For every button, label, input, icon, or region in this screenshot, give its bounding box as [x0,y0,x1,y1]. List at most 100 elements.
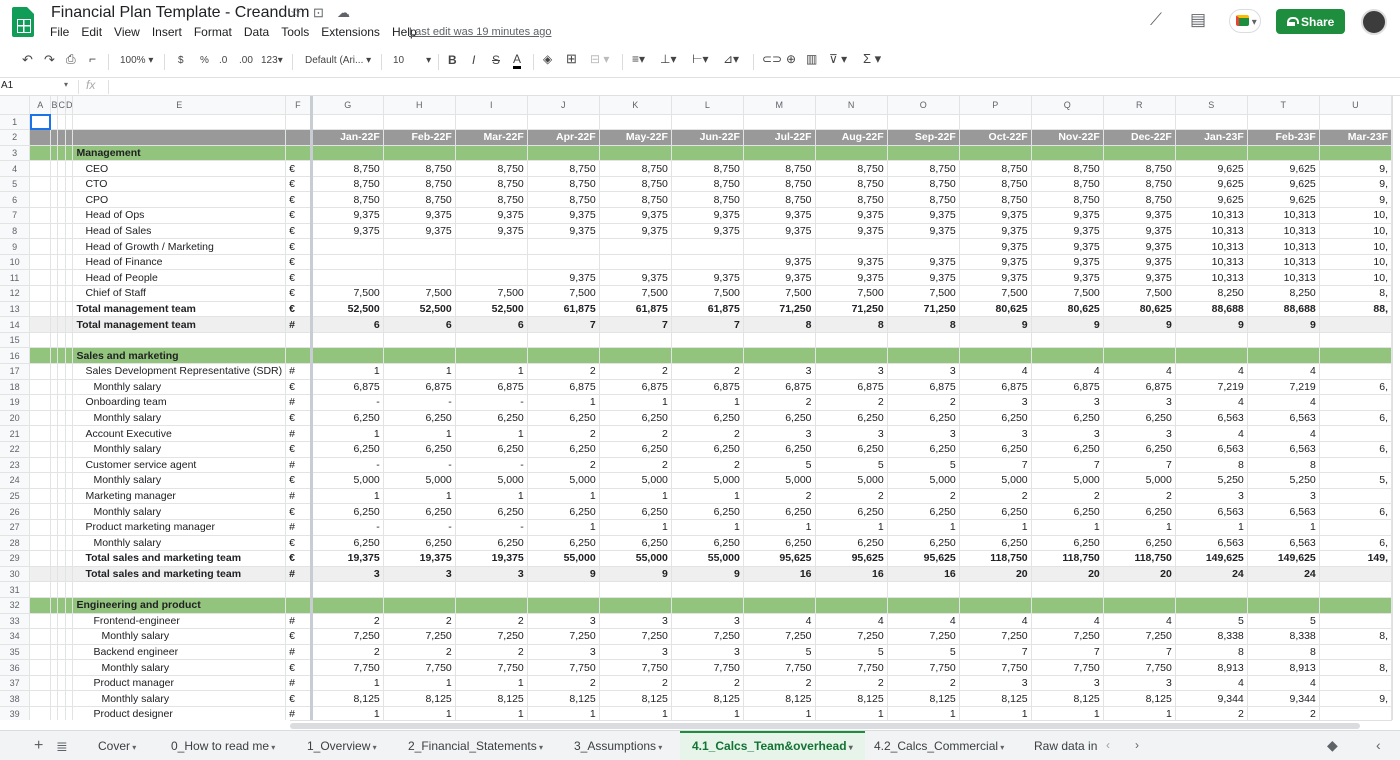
value-cell[interactable]: 9,375 [383,223,456,240]
value-cell[interactable]: 9,375 [383,207,456,224]
row-header[interactable]: 10 [0,254,31,271]
value-cell[interactable]: 8,750 [743,191,816,209]
value-cell[interactable]: 8,750 [743,160,816,177]
cell[interactable] [57,457,66,474]
value-cell[interactable] [1247,332,1320,349]
value-cell[interactable]: 2 [527,675,600,692]
value-cell[interactable]: 9,375 [815,269,888,287]
value-cell[interactable]: 7,219 [1247,379,1320,396]
value-cell[interactable]: 8,750 [959,160,1032,177]
cell[interactable] [50,254,59,271]
value-cell[interactable]: 8,750 [671,191,744,209]
row-label[interactable]: Marketing manager [72,488,287,505]
value-cell[interactable]: 3 [527,613,600,630]
cloud-status-icon[interactable]: ☁ [337,5,350,21]
value-cell[interactable]: 9,375 [887,254,960,271]
value-cell[interactable] [887,597,960,614]
menu-data[interactable]: Data [244,25,269,41]
cell[interactable] [50,129,59,146]
value-cell[interactable]: 4 [743,613,816,630]
value-cell[interactable]: 8,338 [1247,628,1320,645]
value-cell[interactable] [887,347,960,364]
value-cell[interactable]: 8,750 [887,160,960,177]
value-cell[interactable]: 4 [1103,363,1176,380]
unit-cell[interactable]: # [285,488,313,505]
value-cell[interactable]: 7,750 [815,659,888,676]
value-cell[interactable]: 95,625 [743,550,816,567]
value-cell[interactable] [527,597,600,614]
row-label[interactable]: Head of Finance [72,254,287,271]
row-header[interactable]: 39 [0,706,31,720]
value-cell[interactable]: 8,125 [599,690,672,708]
value-cell[interactable]: 8,750 [815,160,888,177]
value-cell[interactable]: 5,000 [815,472,888,489]
italic-icon[interactable]: I [472,53,475,67]
value-cell[interactable]: 1 [1031,519,1104,536]
cell[interactable] [57,597,66,614]
value-cell[interactable]: 6,250 [1103,441,1176,458]
value-cell[interactable]: 6,250 [1103,410,1176,427]
cell[interactable] [50,441,59,458]
month-header-cell[interactable]: May-22F [599,129,672,146]
value-cell[interactable]: 9,375 [743,254,816,271]
unit-cell[interactable]: # [285,457,313,474]
value-cell[interactable]: 6,250 [455,535,528,552]
value-cell[interactable]: - [455,457,528,474]
cell[interactable] [65,628,74,645]
column-header[interactable]: U [1319,96,1392,115]
value-cell[interactable]: 2 [383,613,456,630]
value-cell[interactable]: 8,750 [455,191,528,209]
cell[interactable] [65,441,74,458]
value-cell[interactable] [311,145,384,162]
value-cell[interactable]: 4 [1175,394,1248,411]
value-cell[interactable]: 8,750 [1031,191,1104,209]
chart-icon[interactable]: ▥ [806,52,817,66]
value-cell[interactable]: 5 [1175,613,1248,630]
cell[interactable] [50,597,59,614]
cell[interactable] [50,316,59,333]
unit-cell[interactable]: € [285,379,313,396]
value-cell[interactable]: 1 [311,675,384,692]
cell[interactable] [50,191,59,209]
value-cell[interactable]: 3 [887,363,960,380]
sheets-logo-icon[interactable] [12,7,34,37]
value-cell[interactable]: 1 [671,519,744,536]
value-cell[interactable]: 9, [1319,690,1392,708]
value-cell[interactable]: 5,000 [383,472,456,489]
cell[interactable] [65,114,74,131]
value-cell[interactable]: 4 [1247,675,1320,692]
cell[interactable] [65,254,74,271]
value-cell[interactable]: 9,375 [887,223,960,240]
value-cell[interactable]: 6,250 [599,441,672,458]
cell[interactable] [65,145,74,162]
value-cell[interactable]: 5,000 [527,472,600,489]
value-cell[interactable]: 2 [311,644,384,661]
value-cell[interactable]: 8,750 [1103,191,1176,209]
row-label[interactable]: Sales and marketing [72,347,287,364]
row-header[interactable]: 4 [0,160,31,177]
column-header[interactable]: L [671,96,744,115]
cell[interactable] [57,207,66,224]
value-cell[interactable]: 4 [815,613,888,630]
value-cell[interactable]: 8,125 [671,690,744,708]
value-cell[interactable]: 8,750 [311,176,384,193]
value-cell[interactable]: 8,750 [599,176,672,193]
row-label[interactable]: Monthly salary [72,472,287,489]
value-cell[interactable]: 2 [455,613,528,630]
row-header[interactable]: 24 [0,472,31,489]
value-cell[interactable]: 5,000 [743,472,816,489]
value-cell[interactable]: 9,625 [1175,191,1248,209]
cell[interactable] [65,566,74,583]
value-cell[interactable]: 9,375 [1031,207,1104,224]
last-edit-link[interactable]: Last edit was 19 minutes ago [409,26,551,38]
value-cell[interactable] [959,347,1032,364]
row-header[interactable]: 25 [0,488,31,505]
value-cell[interactable] [311,254,384,271]
cell[interactable] [50,269,59,287]
unit-cell[interactable]: € [285,238,313,255]
value-cell[interactable]: 7,500 [455,285,528,302]
value-cell[interactable] [383,238,456,255]
unit-cell[interactable] [285,581,313,598]
month-header-cell[interactable]: Feb-22F [383,129,456,146]
value-cell[interactable]: 7 [1031,457,1104,474]
